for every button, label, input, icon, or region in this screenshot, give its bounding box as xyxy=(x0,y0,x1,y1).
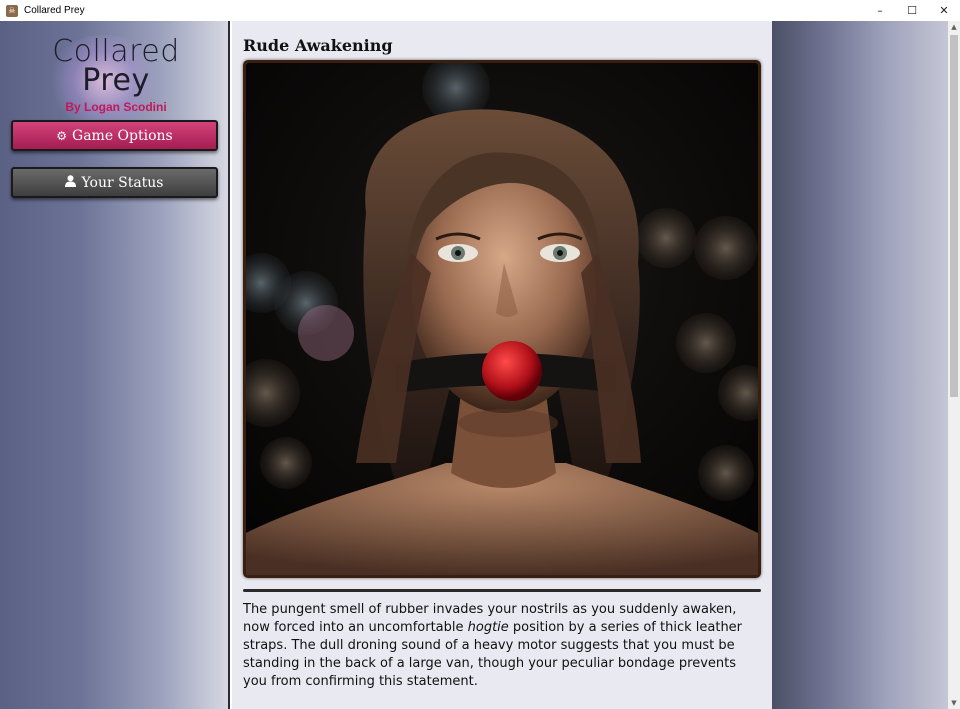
main-content: Rude Awakening The pungent smell of rubb… xyxy=(232,21,772,709)
close-button[interactable]: ✕ xyxy=(928,0,960,21)
your-status-button[interactable]: Your Status xyxy=(11,167,218,198)
logo-byline: By Logan Scodini xyxy=(65,100,167,114)
user-icon xyxy=(65,175,77,190)
scroll-down-arrow-icon[interactable]: ▼ xyxy=(948,697,960,709)
game-app-icon: ☠ xyxy=(6,4,18,17)
scene-title: Rude Awakening xyxy=(243,36,393,55)
window-titlebar: ☠ Collared Prey – ☐ ✕ xyxy=(0,0,960,21)
game-options-label: Game Options xyxy=(72,127,173,144)
scrollbar-thumb[interactable] xyxy=(950,35,958,397)
scene-text-emphasis: hogtie xyxy=(467,620,509,635)
scroll-up-arrow-icon[interactable]: ▲ xyxy=(948,21,960,33)
scene-description: The pungent smell of rubber invades your… xyxy=(243,601,761,691)
right-panel xyxy=(772,21,948,709)
your-status-label: Your Status xyxy=(81,174,164,191)
window-controls: – ☐ ✕ xyxy=(864,0,960,21)
scene-illustration-svg xyxy=(246,63,758,575)
minimize-button[interactable]: – xyxy=(864,0,896,21)
vertical-scrollbar[interactable]: ▲ ▼ xyxy=(948,21,960,709)
section-divider xyxy=(243,589,761,592)
sidebar: Collared Prey By Logan Scodini ⚙ Game Op… xyxy=(0,21,230,709)
gear-icon: ⚙ xyxy=(56,128,68,143)
game-options-button[interactable]: ⚙ Game Options xyxy=(11,120,218,151)
maximize-button[interactable]: ☐ xyxy=(896,0,928,21)
game-logo: Collared Prey By Logan Scodini xyxy=(38,29,194,127)
logo-title-line2: Prey xyxy=(82,63,150,98)
window-title: Collared Prey xyxy=(24,5,85,16)
scene-illustration xyxy=(243,60,761,578)
